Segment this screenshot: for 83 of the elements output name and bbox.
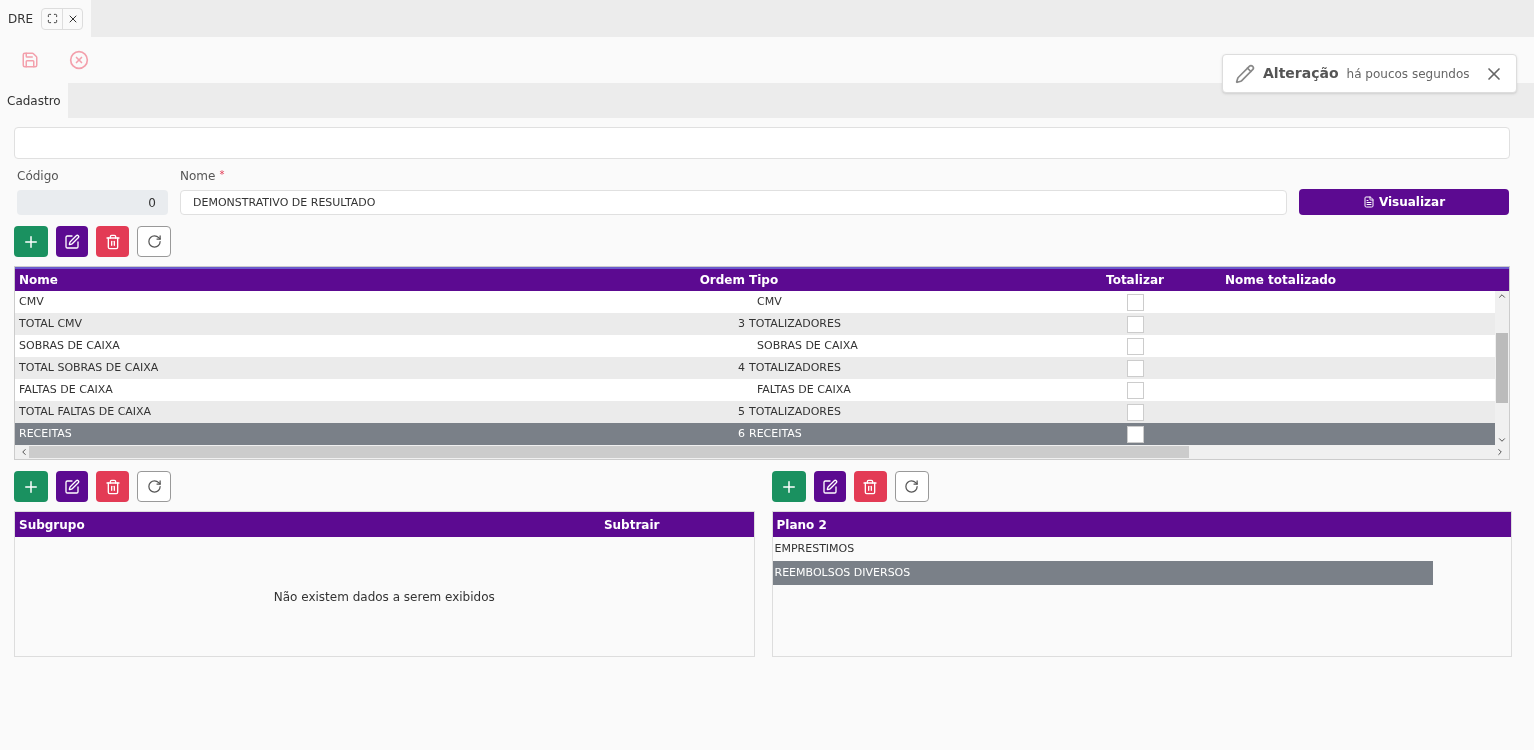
scroll-down-icon[interactable] <box>1497 435 1507 445</box>
list-row[interactable]: EMPRESTIMOS <box>772 537 1433 561</box>
column-header: Tipo <box>748 272 780 289</box>
trash-icon <box>862 478 878 495</box>
table-row[interactable]: TOTAL SOBRAS DE CAIXA 4 TOTALIZADORES <box>15 357 1495 379</box>
cancel-icon <box>69 50 89 70</box>
column-header: Nome <box>18 272 59 289</box>
column-header: Totalizar <box>1105 272 1165 289</box>
scroll-right-icon[interactable] <box>1495 447 1505 457</box>
edit-icon <box>64 233 80 250</box>
notification-title: Alteração <box>1263 64 1339 83</box>
table-cell-text: FALTAS DE CAIXA <box>18 381 114 398</box>
table-cell: 5 <box>738 404 745 418</box>
table-cell-text: CMV <box>18 293 45 310</box>
checkbox[interactable] <box>1126 381 1144 399</box>
document-icon <box>1362 196 1375 208</box>
edit-button[interactable] <box>813 471 846 502</box>
edit-icon <box>64 478 80 495</box>
table-cell-text: TOTALIZADORES <box>748 403 842 420</box>
add-button[interactable] <box>14 471 48 502</box>
checkbox[interactable] <box>1126 425 1144 443</box>
refresh-button[interactable] <box>137 471 171 502</box>
scroll-up-icon[interactable] <box>1497 291 1507 301</box>
nome-label: Nome <box>180 168 216 185</box>
table-cell: 3 <box>738 316 745 330</box>
table-cell-text: SOBRAS DE CAIXA <box>756 337 859 354</box>
table-cell-text: TOTAL SOBRAS DE CAIXA <box>18 359 160 376</box>
add-button[interactable] <box>14 226 48 257</box>
pencil-icon <box>1235 63 1255 84</box>
table-cell-text: FALTAS DE CAIXA <box>756 381 852 398</box>
trash-icon <box>104 233 121 250</box>
refresh-icon <box>904 479 919 494</box>
column-header: Subgrupo <box>19 516 86 534</box>
window-tab[interactable]: DRE <box>0 0 92 37</box>
scroll-left-icon[interactable] <box>19 447 29 457</box>
checkbox[interactable] <box>1126 359 1144 377</box>
table-cell-text: TOTALIZADORES <box>748 315 842 332</box>
column-header: Plano 2 <box>776 516 827 534</box>
trash-icon <box>104 478 121 495</box>
visualizar-button[interactable]: Visualizar <box>1299 189 1509 215</box>
table-row[interactable]: TOTAL CMV 3 TOTALIZADORES <box>15 313 1495 335</box>
table-cell-text: RECEITAS <box>18 425 73 442</box>
column-header: Ordem <box>698 272 745 289</box>
checkbox[interactable] <box>1126 403 1144 421</box>
refresh-icon <box>146 234 162 249</box>
checkbox[interactable] <box>1126 337 1144 355</box>
maximize-icon <box>46 13 58 24</box>
checkbox[interactable] <box>1126 315 1144 333</box>
empty-message: Não existem dados a serem exibidos <box>273 588 495 606</box>
checkbox[interactable] <box>1126 293 1144 311</box>
edit-icon <box>821 478 838 495</box>
table-cell-text: RECEITAS <box>748 425 803 442</box>
add-button[interactable] <box>771 471 806 502</box>
save-icon <box>21 51 39 69</box>
delete-button[interactable] <box>96 471 129 502</box>
refresh-button[interactable] <box>137 226 171 257</box>
refresh-icon <box>146 479 162 494</box>
delete-button[interactable] <box>853 471 887 502</box>
nome-field[interactable]: DEMONSTRATIVO DE RESULTADO <box>180 190 1287 215</box>
edit-button[interactable] <box>56 226 88 257</box>
table-row[interactable]: RECEITAS 6 RECEITAS <box>15 423 1495 445</box>
table-cell-text: TOTAL CMV <box>18 315 84 332</box>
list-row[interactable]: REEMBOLSOS DIVERSOS <box>772 561 1433 585</box>
column-header: Nome totalizado <box>1224 272 1337 289</box>
table-cell-text: TOTAL FALTAS DE CAIXA <box>18 403 153 420</box>
delete-button[interactable] <box>96 226 129 257</box>
horizontal-scrollbar[interactable] <box>15 445 1509 459</box>
vertical-scrollbar[interactable] <box>1495 291 1509 445</box>
empty-field[interactable] <box>14 127 1510 159</box>
codigo-label: Código <box>17 168 60 185</box>
table-cell: 4 <box>738 360 745 374</box>
notification-time: há poucos segundos <box>1346 65 1470 83</box>
form-tab[interactable]: Cadastro <box>0 83 68 118</box>
table-row[interactable]: TOTAL FALTAS DE CAIXA 5 TOTALIZADORES <box>15 401 1495 423</box>
column-header: Subtrair <box>603 516 660 534</box>
required-mark: * <box>219 168 225 182</box>
table-cell: 6 <box>738 426 745 440</box>
refresh-button[interactable] <box>894 471 929 502</box>
table-cell-text: TOTALIZADORES <box>748 359 842 376</box>
table-cell-text: SOBRAS DE CAIXA <box>18 337 121 354</box>
table-cell-text: CMV <box>756 293 783 310</box>
edit-button[interactable] <box>56 471 88 502</box>
codigo-field[interactable]: 0 <box>17 190 168 215</box>
